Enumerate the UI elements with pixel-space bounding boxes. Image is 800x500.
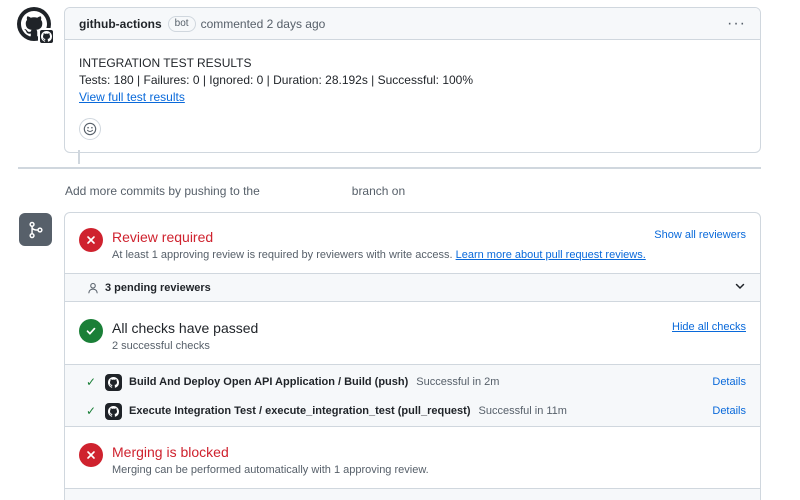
successful-checks-count: 2 successful checks bbox=[112, 340, 210, 352]
check-item[interactable]: ✓ Build And Deploy Open API Application … bbox=[65, 367, 760, 397]
kebab-horizontal-icon[interactable]: ··· bbox=[727, 15, 746, 33]
review-required-description: At least 1 approving review is required … bbox=[112, 249, 646, 261]
check-circle-icon bbox=[79, 319, 103, 343]
comment-author[interactable]: github-actions bbox=[79, 17, 162, 31]
push-commits-hint: Add more commits by pushing to the branch… bbox=[65, 184, 405, 198]
show-all-reviewers-link[interactable]: Show all reviewers bbox=[654, 229, 746, 241]
merging-blocked-description: Merging can be performed automatically w… bbox=[112, 464, 429, 476]
comment-meta[interactable]: commented 2 days ago bbox=[201, 17, 326, 31]
checks-list: ✓ Build And Deploy Open API Application … bbox=[65, 365, 760, 427]
smiley-icon bbox=[83, 122, 97, 136]
test-results-heading: INTEGRATION TEST RESULTS bbox=[79, 56, 252, 70]
pending-reviewers-label: 3 pending reviewers bbox=[105, 282, 211, 294]
check-item[interactable]: ✓ Execute Integration Test / execute_int… bbox=[65, 396, 760, 426]
timeline-divider bbox=[18, 167, 761, 169]
test-results-summary: Tests: 180 | Failures: 0 | Ignored: 0 | … bbox=[79, 73, 474, 87]
pending-reviewers: 3 pending reviewers bbox=[87, 282, 211, 294]
review-description-text: At least 1 approving review is required … bbox=[112, 249, 453, 261]
add-reaction-button[interactable] bbox=[79, 118, 101, 140]
merging-blocked-title: Merging is blocked bbox=[112, 444, 229, 460]
pending-reviewers-row[interactable]: 3 pending reviewers bbox=[65, 274, 760, 302]
check-icon: ✓ bbox=[86, 404, 97, 418]
x-circle-icon bbox=[79, 443, 103, 467]
chevron-down-icon[interactable] bbox=[734, 280, 746, 295]
github-app-icon bbox=[105, 373, 122, 391]
x-circle-icon bbox=[79, 228, 103, 252]
person-icon bbox=[88, 282, 98, 294]
bot-avatar-badge bbox=[38, 28, 55, 45]
merge-actions-area bbox=[65, 489, 760, 500]
check-details-link[interactable]: Details bbox=[712, 376, 746, 388]
github-logo-icon bbox=[41, 31, 52, 42]
git-merge-icon bbox=[19, 213, 52, 246]
check-details-link[interactable]: Details bbox=[712, 405, 746, 417]
git-merge-glyph-icon bbox=[28, 221, 43, 238]
merging-blocked-section: Merging is blocked Merging can be perfor… bbox=[65, 427, 760, 489]
all-checks-passed-title: All checks have passed bbox=[112, 320, 259, 336]
comment-header: github-actions bot commented 2 days ago … bbox=[65, 8, 760, 40]
comment-body: INTEGRATION TEST RESULTS Tests: 180 | Fa… bbox=[65, 40, 760, 140]
learn-more-reviews-link[interactable]: Learn more about pull request reviews. bbox=[456, 249, 646, 261]
hint-prefix: Add more commits by pushing to the bbox=[65, 184, 260, 198]
check-status: Successful in 2m bbox=[416, 376, 500, 388]
comment-box: github-actions bot commented 2 days ago … bbox=[64, 7, 761, 153]
merge-status-box: Review required At least 1 approving rev… bbox=[64, 212, 761, 500]
hide-all-checks-link[interactable]: Hide all checks bbox=[672, 321, 746, 333]
github-app-icon bbox=[105, 402, 122, 420]
check-name: Execute Integration Test / execute_integ… bbox=[129, 405, 471, 417]
review-required-section: Review required At least 1 approving rev… bbox=[65, 213, 760, 274]
checks-section: All checks have passed 2 successful chec… bbox=[65, 302, 760, 365]
check-icon: ✓ bbox=[86, 375, 97, 389]
review-required-title: Review required bbox=[112, 229, 214, 245]
bot-badge: bot bbox=[167, 15, 196, 32]
check-name: Build And Deploy Open API Application / … bbox=[129, 376, 409, 388]
hint-suffix: branch on bbox=[351, 184, 406, 198]
check-status: Successful in 11m bbox=[478, 405, 567, 417]
view-full-test-results-link[interactable]: View full test results bbox=[79, 90, 185, 104]
